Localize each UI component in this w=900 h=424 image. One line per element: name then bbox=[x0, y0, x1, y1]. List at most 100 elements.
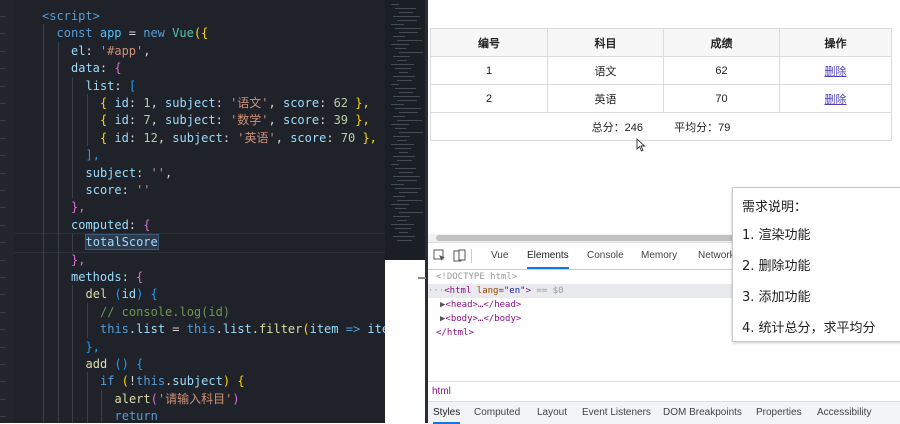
drag-handle-icon[interactable] bbox=[416, 270, 428, 286]
device-toolbar-icon[interactable] bbox=[453, 249, 466, 262]
code-line[interactable]: alert('请输入科目') bbox=[115, 390, 240, 408]
tab-elements[interactable]: Elements bbox=[527, 243, 569, 269]
code-line[interactable]: { id: 7, subject: '数学', score: 39 }, bbox=[100, 111, 370, 129]
code-token: const bbox=[56, 26, 100, 41]
indent-guide bbox=[57, 268, 59, 286]
code-line[interactable]: add () { bbox=[86, 355, 144, 373]
indent-guide bbox=[57, 302, 59, 321]
code-token: return bbox=[114, 409, 158, 423]
code-token: : bbox=[128, 96, 144, 110]
tree-html-selected[interactable]: ···<html lang="en"> == $0 bbox=[428, 284, 738, 298]
code-token: '请输入科目' bbox=[157, 391, 233, 406]
code-token: ( bbox=[150, 391, 158, 406]
minimap-line bbox=[393, 236, 415, 237]
indent-guide bbox=[57, 181, 59, 199]
subtab-dom-breakpoints[interactable]: DOM Breakpoints bbox=[663, 402, 742, 424]
tab-network[interactable]: Network bbox=[698, 243, 735, 269]
code-token: 62 bbox=[333, 96, 349, 110]
code-line[interactable]: // console.log(id) bbox=[100, 303, 230, 321]
code-token: { bbox=[100, 113, 115, 128]
code-token: : bbox=[319, 96, 334, 110]
code-line[interactable]: methods: { bbox=[71, 268, 143, 286]
code-line[interactable]: data: { bbox=[71, 59, 122, 77]
indent-guide bbox=[57, 355, 59, 373]
indent-guide bbox=[43, 215, 44, 234]
tab-console[interactable]: Console bbox=[587, 243, 624, 269]
code-token: subject bbox=[172, 130, 223, 145]
indent-guide bbox=[43, 59, 44, 77]
code-token: ) bbox=[222, 374, 238, 389]
code-line[interactable]: el: '#app', bbox=[71, 42, 151, 60]
mouse-cursor-icon bbox=[636, 138, 646, 152]
subtab-properties[interactable]: Properties bbox=[756, 402, 802, 424]
code-line[interactable]: <script> bbox=[42, 7, 100, 25]
inspect-element-icon[interactable] bbox=[433, 249, 446, 262]
minimap-line bbox=[391, 204, 409, 205]
breadcrumb-html[interactable]: html bbox=[432, 386, 451, 397]
requirement-item: 4. 统计总分，求平均分 bbox=[742, 321, 876, 336]
code-token: }, bbox=[355, 130, 377, 145]
code-line[interactable]: { id: 1, subject: '语文', score: 62 }, bbox=[100, 94, 370, 112]
tree-head[interactable]: ▶<head>…</head> bbox=[440, 298, 521, 312]
subtab-accessibility[interactable]: Accessibility bbox=[817, 402, 871, 424]
gutter-mark bbox=[0, 294, 6, 296]
code-line[interactable]: list: [ bbox=[86, 77, 137, 95]
code-token: subject bbox=[172, 374, 223, 389]
code-token: { bbox=[100, 130, 115, 145]
tab-vue[interactable]: Vue bbox=[491, 243, 508, 269]
code-token: Vue bbox=[172, 26, 194, 41]
breadcrumb: html bbox=[428, 381, 900, 402]
gutter-mark bbox=[0, 277, 6, 278]
code-line[interactable]: score: '' bbox=[86, 181, 151, 199]
cell-subject: 语文 bbox=[547, 56, 664, 85]
code-line[interactable]: this.list = this.list.filter(item => ite… bbox=[100, 320, 385, 338]
subtab-styles[interactable]: Styles bbox=[433, 402, 461, 424]
code-token: 12 bbox=[143, 130, 158, 145]
code-line[interactable]: }, bbox=[71, 198, 85, 216]
code-line[interactable]: subject: '', bbox=[86, 164, 173, 182]
code-line[interactable]: if (!this.subject) { bbox=[100, 372, 245, 390]
code-line[interactable]: }, bbox=[86, 338, 100, 356]
indent-guide bbox=[57, 146, 59, 164]
minimap-line bbox=[395, 228, 411, 229]
code-line[interactable]: ], bbox=[86, 146, 100, 164]
indent-guide bbox=[43, 337, 44, 355]
subtab-event-listeners[interactable]: Event Listeners bbox=[582, 402, 651, 424]
tree-doctype[interactable]: <!DOCTYPE html> bbox=[436, 270, 517, 284]
editor-minimap[interactable] bbox=[385, 0, 425, 260]
code-token: id bbox=[114, 113, 129, 128]
code-line[interactable]: del (id) { bbox=[86, 285, 158, 303]
code-line[interactable]: computed: { bbox=[71, 216, 150, 234]
subtab-layout[interactable]: Layout bbox=[537, 402, 567, 424]
subtab-computed[interactable]: Computed bbox=[474, 402, 520, 424]
editor-gutter bbox=[0, 0, 14, 423]
code-line[interactable]: const app = new Vue({ bbox=[57, 24, 209, 42]
code-line[interactable]: return bbox=[115, 407, 158, 423]
cell-score: 62 bbox=[663, 56, 780, 85]
indent-guide bbox=[86, 128, 88, 147]
indent-guide bbox=[72, 320, 73, 338]
minimap-line bbox=[397, 60, 407, 61]
tree-body[interactable]: ▶<body>…</body> bbox=[440, 312, 521, 326]
styles-subtabbar: Styles Computed Layout Event Listeners D… bbox=[428, 401, 900, 424]
indent-guide bbox=[101, 407, 102, 423]
code-token: { bbox=[114, 61, 122, 76]
indent-guide bbox=[86, 302, 88, 321]
minimap-line bbox=[393, 36, 405, 37]
scrollbar-thumb[interactable] bbox=[436, 235, 736, 241]
code-token: { bbox=[136, 357, 144, 371]
average-score: 平均分：79 bbox=[674, 121, 731, 134]
indent-guide bbox=[57, 233, 59, 251]
code-line[interactable]: { id: 12, subject: '英语', score: 70 }, bbox=[100, 129, 377, 147]
summary-cell: 总分：246 平均分：79 bbox=[430, 112, 892, 141]
code-line[interactable]: totalScore bbox=[84, 233, 159, 251]
code-token: : bbox=[215, 96, 231, 110]
code-token: , bbox=[143, 43, 151, 58]
code-line[interactable]: }, bbox=[71, 251, 85, 269]
code-editor[interactable]: <script> const app = new Vue({el: '#app',… bbox=[0, 0, 385, 423]
delete-link[interactable]: 删除 bbox=[825, 94, 847, 106]
tab-memory[interactable]: Memory bbox=[641, 243, 677, 269]
tree-html-end[interactable]: </html> bbox=[436, 326, 474, 340]
minimap-line bbox=[397, 160, 412, 161]
delete-link[interactable]: 删除 bbox=[825, 66, 847, 78]
